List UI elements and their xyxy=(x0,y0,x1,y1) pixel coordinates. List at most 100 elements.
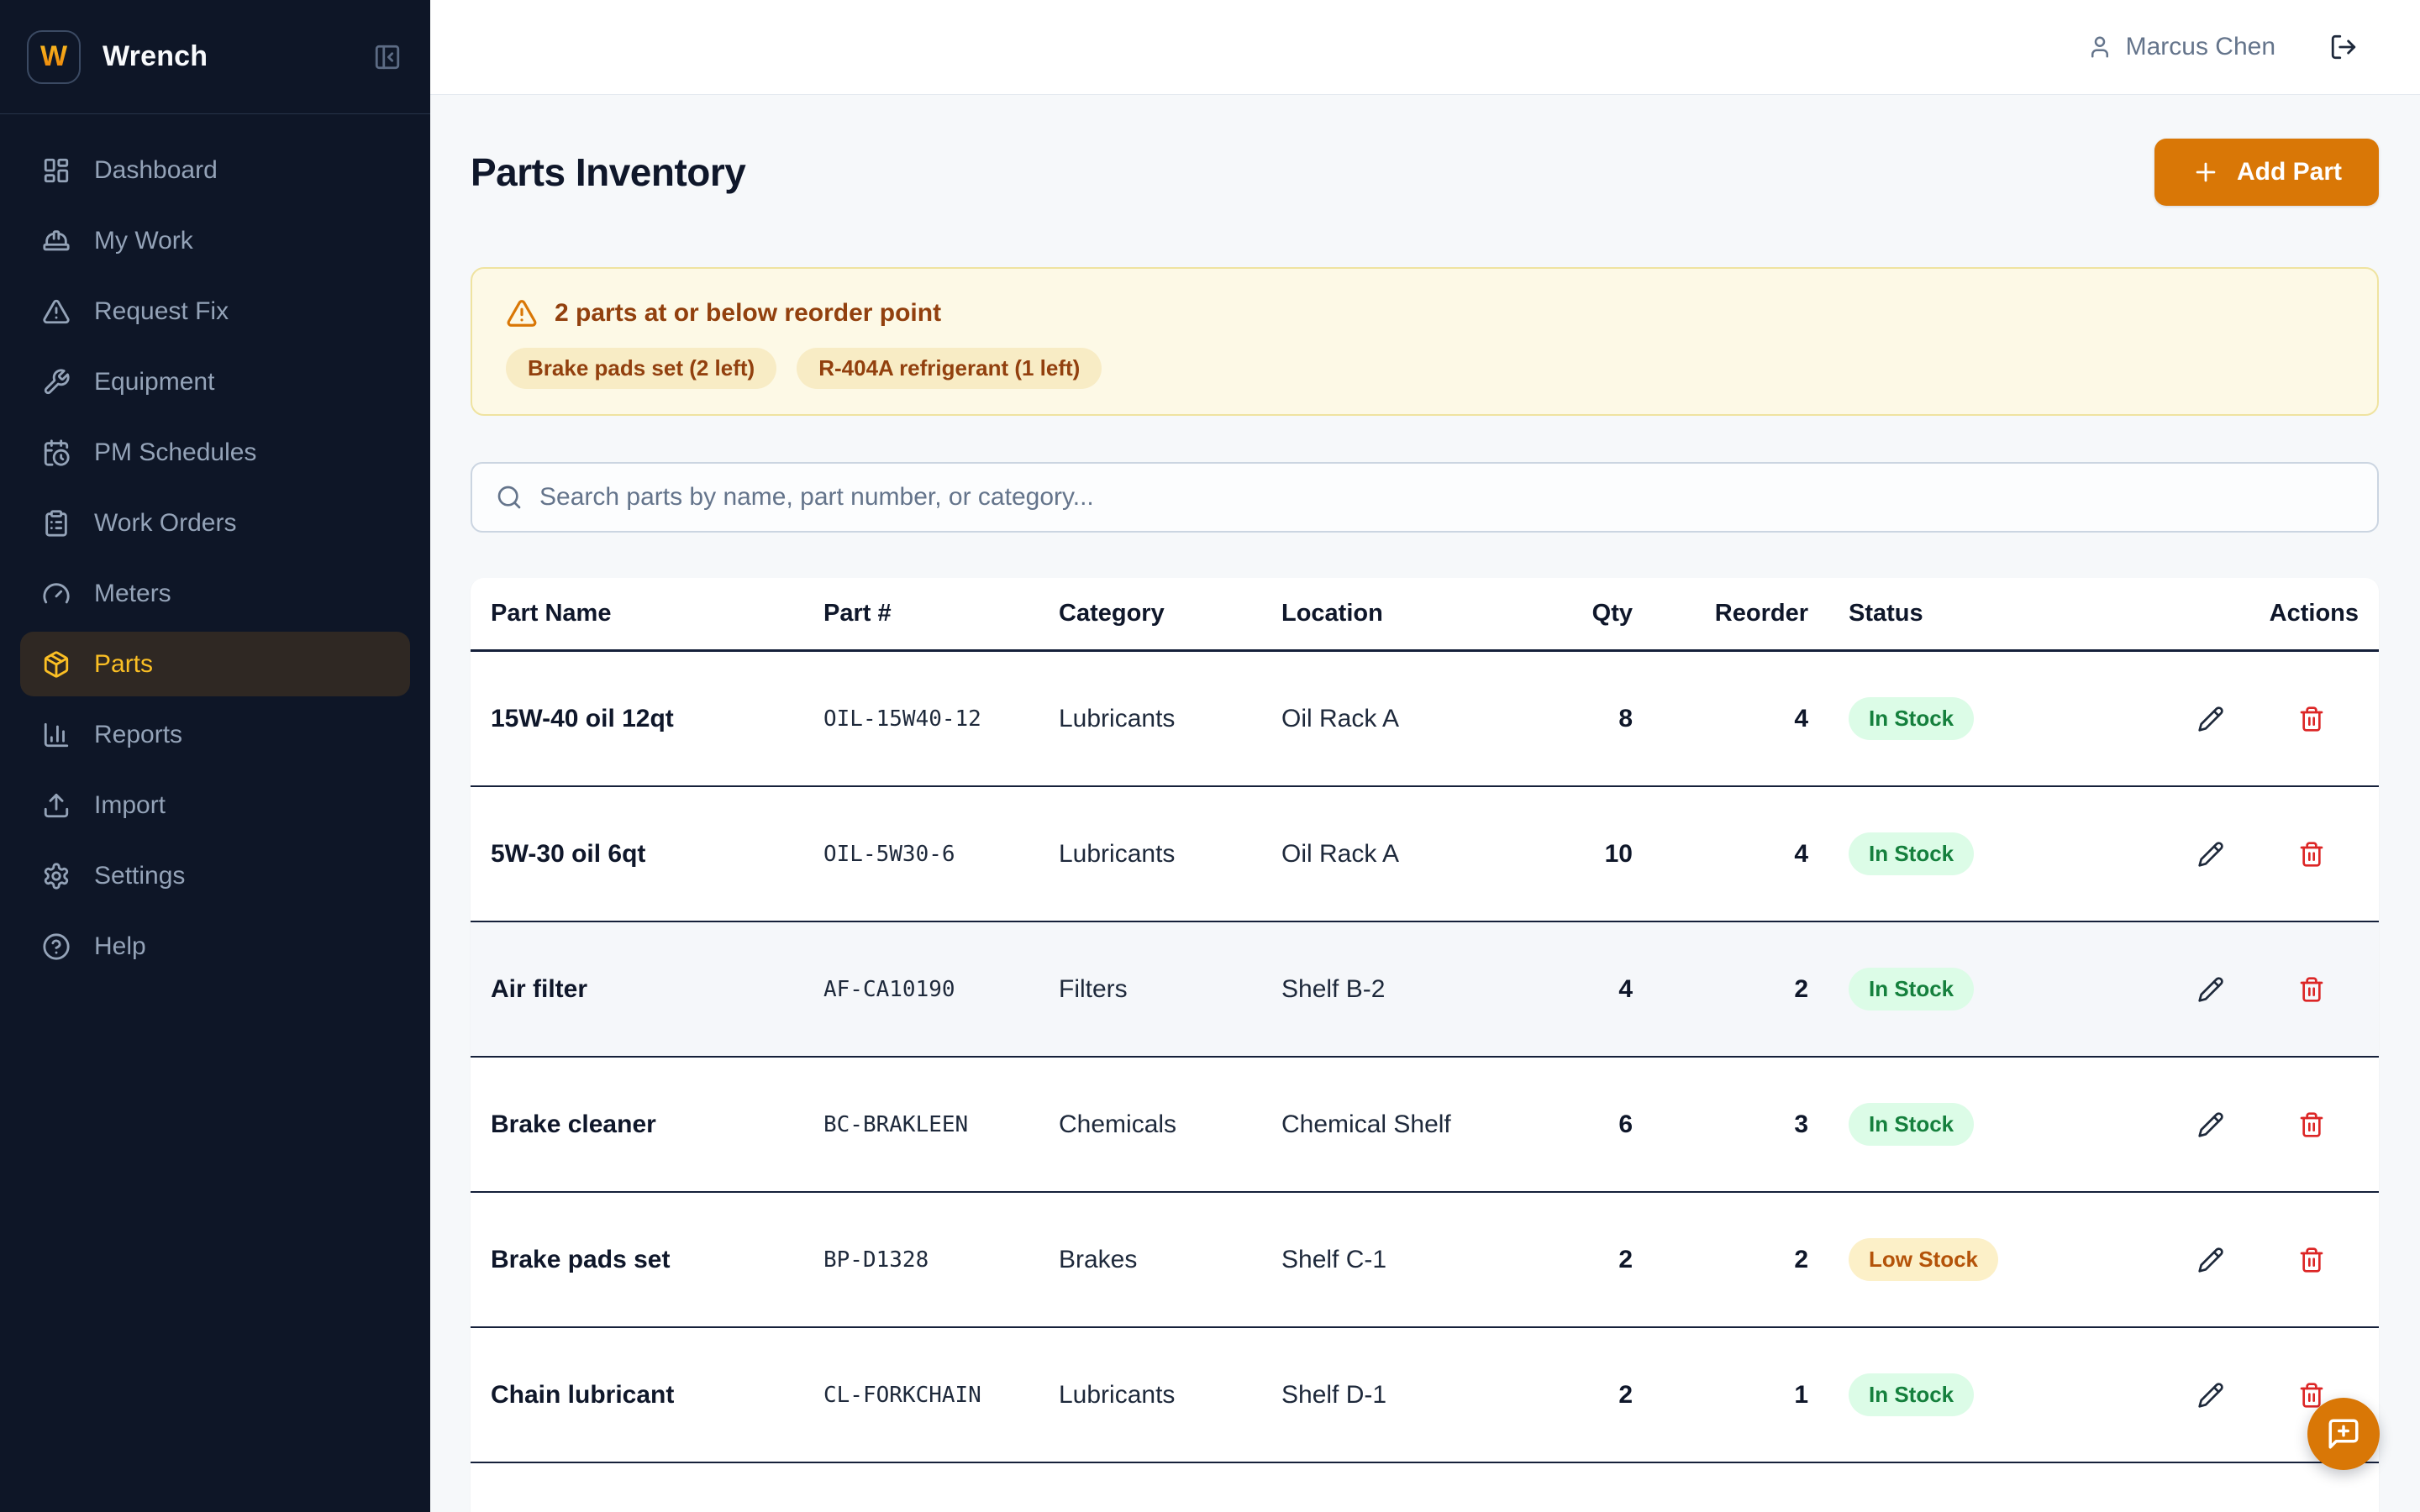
sidebar-item-label: Meters xyxy=(94,580,171,608)
delete-icon[interactable] xyxy=(2293,1242,2330,1278)
sidebar-item-parts[interactable]: Parts xyxy=(20,632,410,696)
warning-triangle-icon xyxy=(42,297,71,326)
category-cell: Filters xyxy=(1059,975,1281,1004)
location-cell: Chemical Shelf xyxy=(1281,1110,1496,1139)
gear-icon xyxy=(42,862,71,890)
brand-name: Wrench xyxy=(103,40,351,73)
column-header-status: Status xyxy=(1808,600,2069,627)
sidebar-item-meters[interactable]: Meters xyxy=(20,561,410,626)
sidebar-item-equipment[interactable]: Equipment xyxy=(20,349,410,414)
qty-cell: 10 xyxy=(1496,840,1633,869)
search-input[interactable] xyxy=(539,483,2354,512)
table-row: Brake cleaner BC-BRAKLEEN Chemicals Chem… xyxy=(471,1058,2379,1193)
qty-cell: 6 xyxy=(1496,1110,1633,1139)
delete-icon[interactable] xyxy=(2293,971,2330,1008)
part-number-cell: AF-CA10190 xyxy=(823,977,1059,1002)
message-square-plus-icon xyxy=(2326,1416,2361,1452)
part-number-cell: OIL-15W40-12 xyxy=(823,706,1059,732)
table-row: Air filter AF-CA10190 Filters Shelf B-2 … xyxy=(471,922,2379,1058)
sidebar-item-label: Work Orders xyxy=(94,509,236,538)
chat-fab-button[interactable] xyxy=(2307,1398,2380,1470)
actions-cell xyxy=(2069,1242,2379,1278)
part-name-cell: Brake pads set xyxy=(471,1246,823,1274)
part-name-cell: 5W-30 oil 6qt xyxy=(471,840,823,869)
bar-chart-icon xyxy=(42,721,71,749)
part-number-cell: OIL-5W30-6 xyxy=(823,842,1059,867)
package-icon xyxy=(42,650,71,679)
column-header-location: Location xyxy=(1281,600,1496,627)
add-part-button[interactable]: Add Part xyxy=(2154,139,2379,206)
status-badge: In Stock xyxy=(1849,968,1974,1011)
delete-icon[interactable] xyxy=(2293,836,2330,873)
logout-button[interactable] xyxy=(2329,33,2358,61)
part-name-cell: Chain lubricant xyxy=(471,1381,823,1410)
edit-icon[interactable] xyxy=(2192,701,2229,738)
sidebar-item-help[interactable]: Help xyxy=(20,914,410,979)
reorder-cell: 1 xyxy=(1633,1381,1808,1410)
brand-logo: W xyxy=(27,30,81,84)
plus-icon xyxy=(2191,158,2220,186)
main-area: Marcus Chen Parts Inventory Add Part 2 p… xyxy=(430,0,2420,1512)
sidebar-collapse-button[interactable] xyxy=(373,43,402,71)
sidebar-item-label: Dashboard xyxy=(94,156,218,185)
edit-icon[interactable] xyxy=(2192,1377,2229,1414)
sidebar-item-reports[interactable]: Reports xyxy=(20,702,410,767)
part-number-cell: BP-D1328 xyxy=(823,1247,1059,1273)
category-cell: Brakes xyxy=(1059,1246,1281,1274)
edit-icon[interactable] xyxy=(2192,971,2229,1008)
calendar-clock-icon xyxy=(42,438,71,467)
sidebar-item-dashboard[interactable]: Dashboard xyxy=(20,138,410,202)
column-header-part-number: Part # xyxy=(823,600,1059,627)
clipboard-list-icon xyxy=(42,509,71,538)
hard-hat-icon xyxy=(42,227,71,255)
reorder-cell: 4 xyxy=(1633,705,1808,733)
edit-icon[interactable] xyxy=(2192,1106,2229,1143)
page-title: Parts Inventory xyxy=(471,150,745,195)
parts-table-card: Part Name Part # Category Location Qty R… xyxy=(471,578,2379,1512)
search-bar xyxy=(471,462,2379,533)
sidebar-item-label: Import xyxy=(94,791,166,820)
add-part-label: Add Part xyxy=(2237,158,2342,186)
low-stock-chip: R-404A refrigerant (1 left) xyxy=(797,348,1102,389)
dashboard-icon xyxy=(42,156,71,185)
user-name: Marcus Chen xyxy=(2126,33,2275,61)
table-header-row: Part Name Part # Category Location Qty R… xyxy=(471,578,2379,652)
column-header-qty: Qty xyxy=(1496,600,1633,627)
actions-cell xyxy=(2069,836,2379,873)
table-row-partial xyxy=(471,1463,2379,1512)
delete-icon[interactable] xyxy=(2293,1106,2330,1143)
part-name-cell: 15W-40 oil 12qt xyxy=(471,705,823,733)
column-header-category: Category xyxy=(1059,600,1281,627)
location-cell: Shelf C-1 xyxy=(1281,1246,1496,1274)
actions-cell xyxy=(2069,1106,2379,1143)
reorder-alert-banner: 2 parts at or below reorder point Brake … xyxy=(471,267,2379,416)
status-badge: In Stock xyxy=(1849,1103,1974,1146)
sidebar-item-import[interactable]: Import xyxy=(20,773,410,837)
app-root: W Wrench Dashboard My Work Request Fix E… xyxy=(0,0,2420,1512)
status-badge: In Stock xyxy=(1849,832,1974,875)
edit-icon[interactable] xyxy=(2192,1242,2229,1278)
column-header-part-name: Part Name xyxy=(471,600,823,627)
column-header-actions: Actions xyxy=(2069,600,2379,627)
page-content: Parts Inventory Add Part 2 parts at or b… xyxy=(430,95,2420,1512)
sidebar-item-settings[interactable]: Settings xyxy=(20,843,410,908)
table-row: Brake pads set BP-D1328 Brakes Shelf C-1… xyxy=(471,1193,2379,1328)
category-cell: Lubricants xyxy=(1059,1381,1281,1410)
user-menu[interactable]: Marcus Chen xyxy=(2087,33,2275,61)
user-icon xyxy=(2087,34,2112,60)
actions-cell xyxy=(2069,971,2379,1008)
search-icon xyxy=(496,484,523,511)
delete-icon[interactable] xyxy=(2293,701,2330,738)
status-badge: Low Stock xyxy=(1849,1238,1998,1281)
edit-icon[interactable] xyxy=(2192,836,2229,873)
category-cell: Lubricants xyxy=(1059,705,1281,733)
sidebar-item-label: Settings xyxy=(94,862,185,890)
reorder-cell: 2 xyxy=(1633,1246,1808,1274)
sidebar-item-pm-schedules[interactable]: PM Schedules xyxy=(20,420,410,485)
status-badge: In Stock xyxy=(1849,1373,1974,1416)
sidebar-item-my-work[interactable]: My Work xyxy=(20,208,410,273)
sidebar-item-work-orders[interactable]: Work Orders xyxy=(20,491,410,555)
category-cell: Chemicals xyxy=(1059,1110,1281,1139)
sidebar-item-request-fix[interactable]: Request Fix xyxy=(20,279,410,344)
status-cell: In Stock xyxy=(1808,968,2069,1011)
